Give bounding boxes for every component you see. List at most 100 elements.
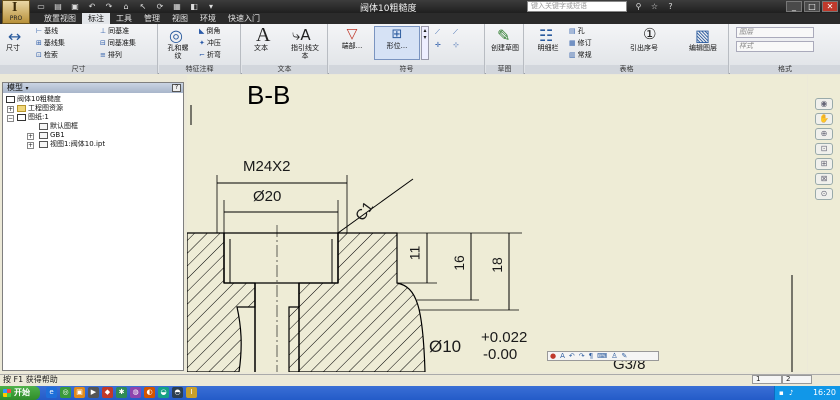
layer-select[interactable]: 图层	[736, 27, 814, 38]
help-icon[interactable]: ?	[664, 1, 677, 12]
save-icon[interactable]: ▣	[68, 1, 82, 12]
chevron-up-icon: ▴	[423, 27, 427, 34]
open-icon[interactable]: ▤	[51, 1, 65, 12]
tab-manage[interactable]: 管理	[138, 13, 166, 24]
text-format-icon[interactable]: A	[560, 352, 565, 360]
leader-symbol-button[interactable]: ⟋	[435, 28, 442, 37]
steering-wheel-icon[interactable]: ◉	[815, 98, 833, 110]
centermark-button[interactable]: ✛	[435, 41, 443, 50]
material-icon[interactable]: ▦	[170, 1, 184, 12]
zoom-selected-icon[interactable]: ⊠	[815, 173, 833, 185]
general-table-button[interactable]: ▥ 常规	[569, 51, 592, 60]
tab-get-started[interactable]: 快速入门	[222, 13, 266, 24]
star-icon[interactable]: ☆	[648, 1, 661, 12]
revision-table-button[interactable]: ▦ 修订	[569, 39, 592, 48]
leader-text-button[interactable]: 指引线文本	[288, 44, 322, 60]
app-icon[interactable]: ◆	[102, 387, 113, 398]
feature-control-frame-button[interactable]: ⊞ 形位...	[374, 26, 420, 60]
collapse-icon[interactable]: −	[7, 115, 14, 122]
centerline-button[interactable]: ⊹	[453, 41, 461, 50]
tab-tools[interactable]: 工具	[110, 13, 138, 24]
maximize-icon[interactable]: □	[804, 1, 820, 12]
expand-icon[interactable]: +	[7, 106, 14, 113]
text-button[interactable]: 文本	[254, 44, 268, 52]
tree-item-view1[interactable]: 视图1:阀体10.ipt	[39, 140, 105, 149]
ordinate-set-button[interactable]: ⊟ 同基准集	[100, 39, 136, 48]
tab-view[interactable]: 视图	[166, 13, 194, 24]
close-icon[interactable]: ✕	[822, 1, 838, 12]
redo-icon[interactable]: ↷	[579, 352, 585, 360]
tab-annotate[interactable]: 标注	[82, 13, 110, 24]
create-sketch-button[interactable]: 创建草图	[490, 44, 520, 52]
media-icon[interactable]: ▶	[88, 387, 99, 398]
symbol-gallery-scroll[interactable]: ▴ ▾	[421, 26, 429, 60]
tree-item-drawing-resources[interactable]: 工程图资源	[17, 104, 63, 113]
select-icon[interactable]: ↖	[136, 1, 150, 12]
arrange-button[interactable]: ≡ 排列	[100, 51, 122, 60]
network-icon[interactable]: ▪	[779, 389, 787, 397]
drawing-canvas[interactable]: B-B M24X2 Ø20 C1 11 16 18 Ø10 +0.022 -0.…	[187, 75, 807, 372]
minimize-icon[interactable]: _	[786, 1, 802, 12]
app-icon[interactable]: ◍	[130, 387, 141, 398]
ie-icon[interactable]: e	[46, 387, 57, 398]
inventor-icon[interactable]: I	[186, 387, 197, 398]
parts-list-button[interactable]: 明细栏	[535, 44, 561, 52]
zoom-window-icon[interactable]: ⊡	[815, 143, 833, 155]
style-select[interactable]: 样式	[736, 41, 814, 52]
feature-control-frame-icon: ⊞	[391, 27, 403, 42]
ordinate-button[interactable]: ⊥ 同基准	[100, 27, 129, 36]
tree-item-sheet[interactable]: 图纸:1	[17, 113, 49, 122]
new-icon[interactable]: ▭	[34, 1, 48, 12]
punch-button[interactable]: ✦ 冲压	[199, 39, 221, 48]
app-logo[interactable]: PRO	[2, 0, 30, 24]
app-icon[interactable]: ◒	[158, 387, 169, 398]
help-search-input[interactable]: 键入关键字或短语	[527, 1, 627, 12]
hole-table-button[interactable]: ▤ 孔	[569, 27, 585, 36]
app-icon[interactable]: ✱	[116, 387, 127, 398]
tab-environments[interactable]: 环境	[194, 13, 222, 24]
app-icon[interactable]: ◓	[172, 387, 183, 398]
user-icon[interactable]: ♙	[611, 352, 617, 360]
update-icon[interactable]: ⟳	[153, 1, 167, 12]
zoom-icon[interactable]: ⊕	[815, 128, 833, 140]
chevron-down-icon[interactable]: ▾	[26, 85, 29, 92]
pan-icon[interactable]: ✋	[815, 113, 833, 125]
bend-button[interactable]: ⌐ 折弯	[199, 51, 221, 60]
baseline-button[interactable]: ⊢ 基线	[36, 27, 58, 36]
balloon-button[interactable]: 引出序号	[630, 44, 658, 52]
home-icon[interactable]: ⌂	[119, 1, 133, 12]
hole-thread-button[interactable]: 孔和螺纹	[165, 44, 191, 60]
chevron-down-icon[interactable]: ▾	[204, 1, 218, 12]
app-icon[interactable]: ◐	[144, 387, 155, 398]
record-icon[interactable]: ●	[550, 352, 556, 360]
undo-icon[interactable]: ↶	[569, 352, 575, 360]
app-icon[interactable]: ◎	[60, 387, 71, 398]
tree-item-title-block[interactable]: GB1	[39, 131, 65, 140]
tab-place-views[interactable]: 放置视图	[38, 13, 82, 24]
check-button[interactable]: ⊡ 检索	[36, 51, 58, 60]
look-at-icon[interactable]: ⊙	[815, 188, 833, 200]
browser-title[interactable]: 模型	[7, 83, 23, 92]
start-button[interactable]: 开始	[0, 386, 40, 400]
redo-icon[interactable]: ↷	[102, 1, 116, 12]
expand-icon[interactable]: +	[27, 142, 34, 149]
color-icon[interactable]: ◧	[187, 1, 201, 12]
keyboard-icon[interactable]: ⌨	[597, 352, 607, 360]
tree-item-default-border[interactable]: 默认图框	[39, 122, 78, 131]
datum-symbol-button[interactable]: ⟋	[453, 28, 460, 37]
surface-symbol-button[interactable]: ▽ 端部...	[333, 26, 371, 58]
binoculars-icon[interactable]: ⚲	[632, 1, 645, 12]
browser-help-icon[interactable]: ?	[172, 84, 181, 92]
zoom-all-icon[interactable]: ⊞	[815, 158, 833, 170]
expand-icon[interactable]: +	[27, 133, 34, 140]
folder-icon[interactable]: ▣	[74, 387, 85, 398]
dimension-button[interactable]: 尺寸	[6, 44, 20, 52]
baseline-set-button[interactable]: ⊞ 基线集	[36, 39, 65, 48]
undo-icon[interactable]: ↶	[85, 1, 99, 12]
volume-icon[interactable]: ♪	[789, 389, 797, 397]
tree-item-drawing[interactable]: 阀体10粗糙度	[6, 95, 61, 104]
wrench-icon[interactable]: ✎	[622, 352, 628, 360]
edit-layer-button[interactable]: 编辑图层	[689, 44, 717, 52]
chamfer-button[interactable]: ◣ 倒角	[199, 27, 220, 36]
paragraph-icon[interactable]: ¶	[589, 352, 593, 360]
